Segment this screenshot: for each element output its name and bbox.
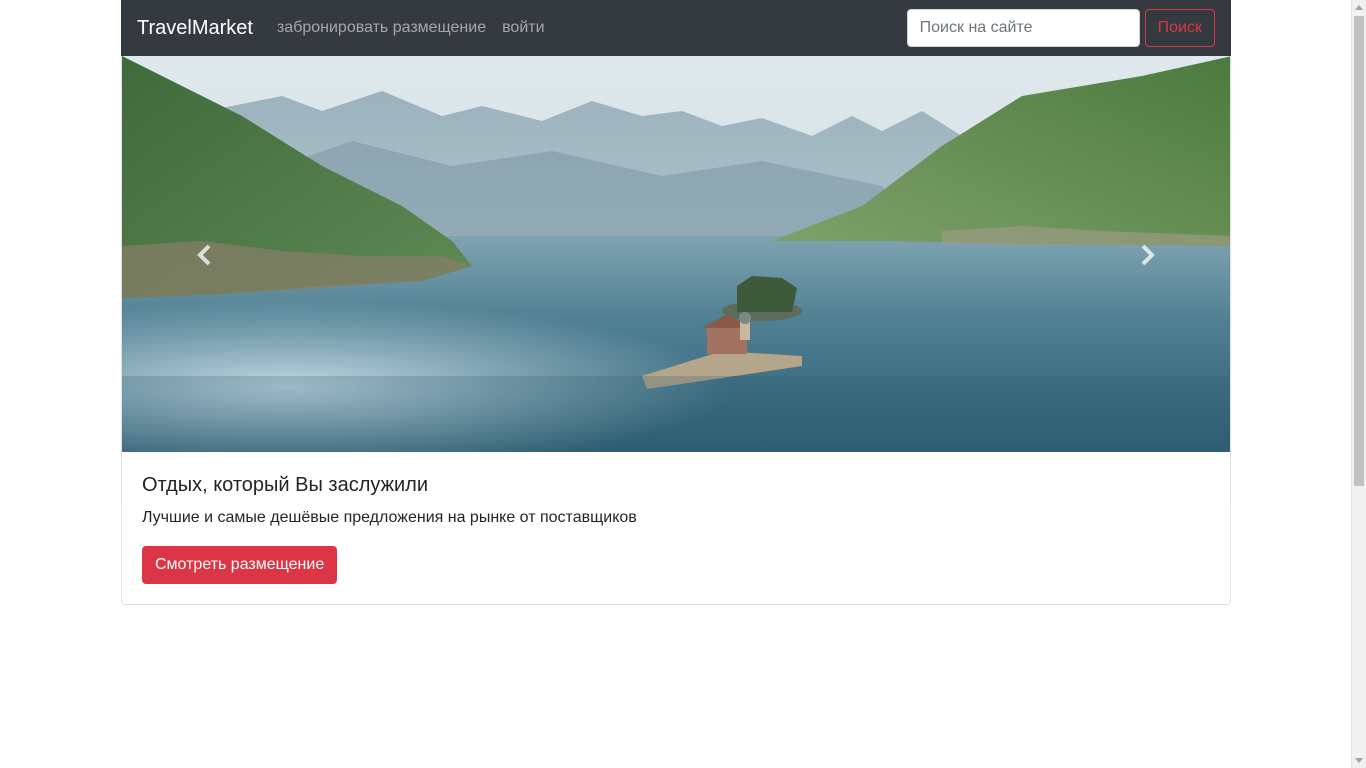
top-navbar: TravelMarket забронировать размещение во… bbox=[121, 0, 1231, 56]
search-button[interactable]: Поиск bbox=[1144, 9, 1215, 47]
card-title: Отдых, который Вы заслужили bbox=[142, 474, 429, 496]
vertical-scrollbar[interactable] bbox=[1351, 0, 1366, 768]
search-input[interactable] bbox=[906, 9, 1140, 47]
hero-carousel bbox=[122, 56, 1230, 452]
nav-link-login[interactable]: войти bbox=[502, 19, 544, 37]
card-body: Отдых, который Вы заслужили Лучшие и сам… bbox=[122, 452, 1230, 604]
scrollbar-thumb[interactable] bbox=[1354, 16, 1364, 486]
brand-link[interactable]: TravelMarket bbox=[137, 17, 253, 40]
scroll-up-arrow-icon[interactable] bbox=[1352, 0, 1366, 15]
nav-link-book[interactable]: забронировать размещение bbox=[277, 19, 486, 37]
hero-image bbox=[122, 56, 1230, 452]
chevron-right-icon bbox=[1141, 244, 1155, 266]
page-container: TravelMarket забронировать размещение во… bbox=[121, 0, 1231, 605]
scroll-down-arrow-icon[interactable] bbox=[1352, 753, 1366, 768]
card-text: Лучшие и самые дешёвые предложения на ры… bbox=[142, 509, 637, 526]
carousel-next-button[interactable] bbox=[1132, 240, 1162, 270]
carousel-prev-button[interactable] bbox=[190, 240, 220, 270]
hero-card: Отдых, который Вы заслужили Лучшие и сам… bbox=[121, 56, 1231, 605]
chevron-left-icon bbox=[197, 244, 211, 266]
view-accommodation-button[interactable]: Смотреть размещение bbox=[142, 546, 338, 584]
